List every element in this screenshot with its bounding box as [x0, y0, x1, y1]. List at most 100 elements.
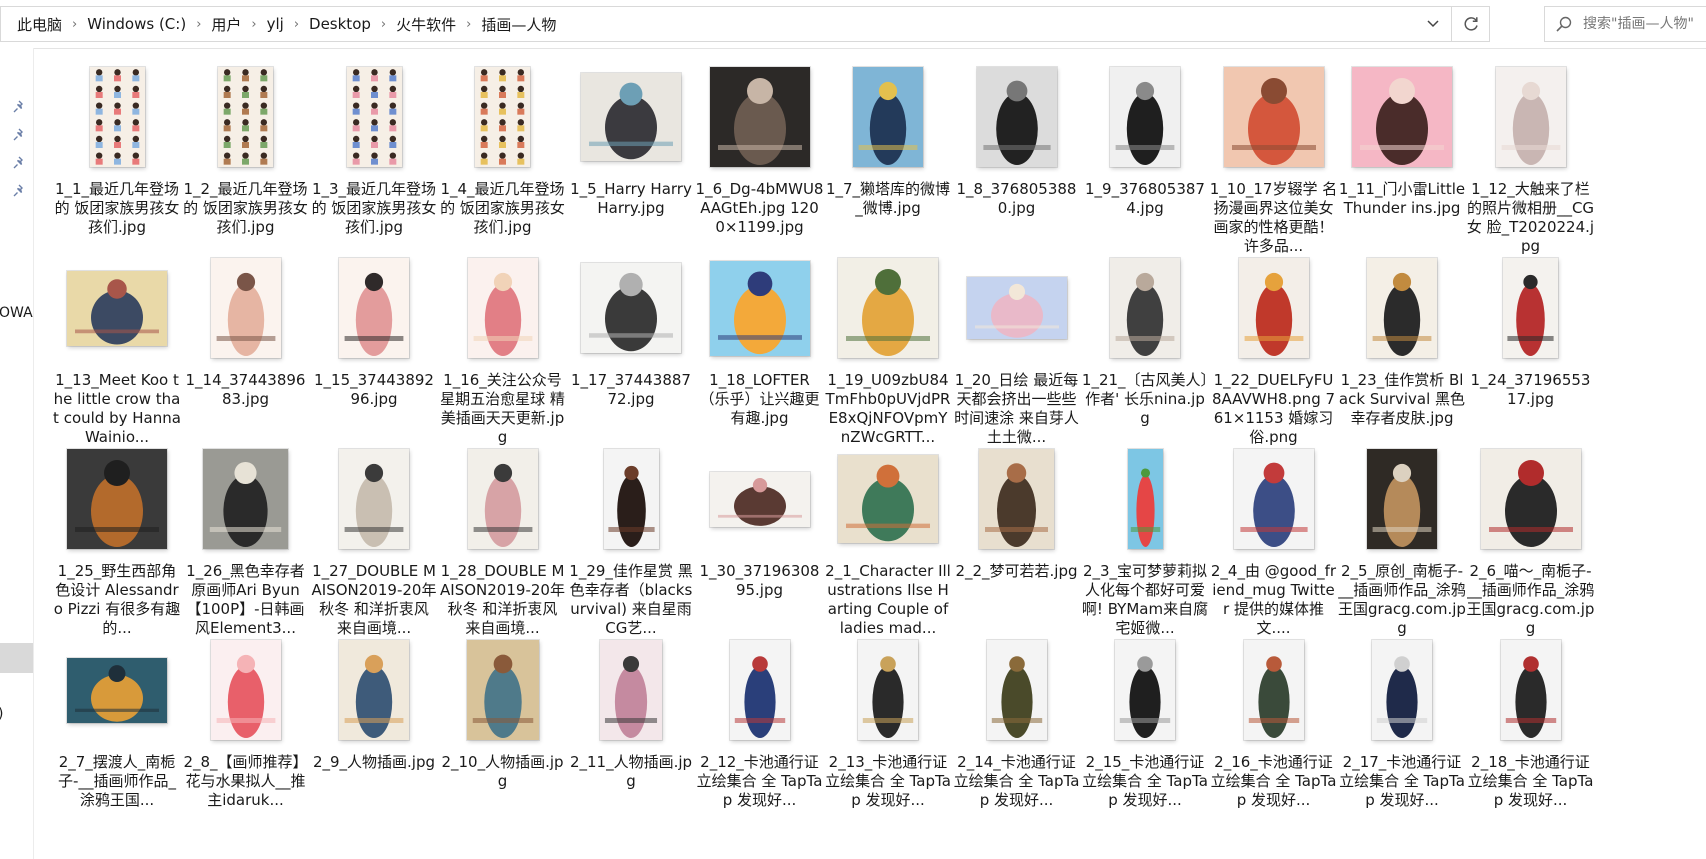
file-item[interactable]: 1_19_U09zbU84TmFhb0pUVjdPRE8xQjNFOVpmYnZ…	[824, 239, 952, 446]
illustration-thumbnail	[1495, 67, 1566, 167]
file-item[interactable]: 1_2_最近几年登场的 饭团家族男孩女孩们.jpg	[182, 48, 310, 248]
crumb-user-folder[interactable]: ylj	[261, 15, 290, 33]
file-item[interactable]: 2_8_【画师推荐】花与水果拟人__推主idaruk...	[182, 621, 310, 821]
file-item[interactable]: 1_14_3744389683.jpg	[182, 239, 310, 439]
crumb-users[interactable]: 用户	[205, 14, 247, 35]
file-name-label: 1_11_门小雷Little Thunder ins.jpg	[1338, 180, 1466, 217]
file-item[interactable]: 1_27_DOUBLE MAISON2019-20年秋冬 和洋折衷风 来自画境.…	[310, 430, 438, 637]
crumb-drive-c[interactable]: Windows (C:)	[81, 15, 192, 33]
file-item[interactable]: 1_17_3744388772.jpg	[567, 239, 695, 439]
nav-item-label-fragment[interactable]: )	[0, 706, 3, 722]
file-item[interactable]: 1_6_Dg-4bMWU8AAGtEh.jpg 1200×1199.jpg	[696, 48, 824, 248]
crumb-desktop[interactable]: Desktop	[303, 15, 377, 33]
file-item[interactable]: 1_7_獭塔库的微博_微博.jpg	[824, 48, 952, 248]
file-item[interactable]: 1_3_最近几年登场的 饭团家族男孩女孩们.jpg	[310, 48, 438, 248]
file-item[interactable]: 2_13_卡池通行证立绘集合 全 TapTap 发现好...	[824, 621, 952, 821]
chevron-right-icon[interactable]: ›	[192, 17, 205, 32]
file-name-label: 1_24_3719655317.jpg	[1470, 371, 1591, 408]
file-item[interactable]: 2_12_卡池通行证立绘集合 全 TapTap 发现好...	[696, 621, 824, 821]
chevron-right-icon[interactable]: ›	[290, 17, 303, 32]
file-name-label: 2_13_卡池通行证立绘集合 全 TapTap 发现好...	[825, 753, 951, 809]
file-item[interactable]: 2_1_Character Illustrations Ilse Harting…	[824, 430, 952, 637]
file-item[interactable]: 1_15_3744389296.jpg	[310, 239, 438, 439]
illustration-thumbnail	[1367, 449, 1437, 549]
thumbnail-frame	[1217, 442, 1331, 556]
file-item[interactable]: 2_18_卡池通行证立绘集合 全 TapTap 发现好...	[1467, 621, 1595, 821]
illustration-thumbnail	[210, 640, 281, 740]
refresh-button[interactable]	[1451, 7, 1489, 41]
file-item[interactable]: 1_9_3768053874.jpg	[1081, 48, 1209, 248]
file-item[interactable]: 1_25_野生西部角色设计 Alessandro Pizzi 有很多有趣的...	[53, 430, 181, 637]
address-history-dropdown-button[interactable]	[1415, 7, 1451, 41]
crumb-current-folder[interactable]: 插画—人物	[475, 14, 562, 35]
illustration-thumbnail	[210, 258, 281, 358]
pin-icon[interactable]	[12, 184, 26, 198]
illustration-thumbnail	[979, 449, 1054, 549]
file-item[interactable]: 1_30_3719630895.jpg	[696, 430, 824, 630]
file-item[interactable]: 1_20_日绘 最近每天都会挤出一些些时间速涂 来自芽人土土微...	[953, 239, 1081, 446]
illustration-thumbnail	[466, 640, 539, 740]
crumb-huoniu-software[interactable]: 火牛软件	[390, 14, 462, 35]
thumbnail-frame	[189, 60, 303, 174]
pin-icon[interactable]	[12, 128, 26, 142]
file-item[interactable]: 1_5_Harry Harry Harry.jpg	[567, 48, 695, 248]
file-item[interactable]: 1_1_最近几年登场的 饭团家族男孩女孩们.jpg	[53, 48, 181, 248]
file-item[interactable]: 2_2_梦可若若.jpg	[953, 430, 1081, 630]
thumbnail-frame	[317, 442, 431, 556]
file-item[interactable]: 1_8_3768053880.jpg	[953, 48, 1081, 248]
file-item[interactable]: 1_26_黑色幸存者 原画师Ari Byun 【100P】-日韩画风Elemen…	[182, 430, 310, 637]
file-item[interactable]: 1_29_佳作星赏 黑色幸存者（blacksurvival) 来自星雨CG艺..…	[567, 430, 695, 637]
file-item[interactable]: 2_5_原创_南栀子-__插画师作品_涂鸦王国gracg.com.jpg	[1338, 430, 1466, 637]
thumbnail-frame	[1217, 251, 1331, 365]
file-item[interactable]: 1_12_大触来了栏的照片微相册__CG 女 脸_T2020224.jpg	[1467, 48, 1595, 255]
file-item[interactable]: 1_28_DOUBLE MAISON2019-20年秋冬 和洋折衷风 来自画境.…	[439, 430, 567, 637]
crumb-this-pc[interactable]: 此电脑	[1, 14, 68, 35]
file-item[interactable]: 1_21_〔古风美人〕作者' 长乐nina.jpg	[1081, 239, 1209, 439]
file-name-label: 2_14_卡池通行证立绘集合 全 TapTap 发现好...	[953, 753, 1080, 809]
chevron-right-icon[interactable]: ›	[247, 17, 260, 32]
nav-item-label-fragment[interactable]: OWA	[0, 305, 33, 321]
illustration-thumbnail	[709, 471, 810, 527]
file-item[interactable]: 2_4_由 @good_friend_mug Twitter 提供的媒体推文..…	[1210, 430, 1338, 637]
refresh-icon	[1463, 17, 1478, 31]
file-item[interactable]: 1_13_Meet Koo the little crow that could…	[53, 239, 181, 446]
file-item[interactable]: 2_3_宝可梦萝莉拟人化每个都好可爱啊! BYMam来自腐宅姬微...	[1081, 430, 1209, 637]
file-item[interactable]: 1_4_最近几年登场的 饭团家族男孩女孩们.jpg	[439, 48, 567, 248]
illustration-thumbnail	[709, 260, 810, 356]
chevron-right-icon[interactable]: ›	[377, 17, 390, 32]
illustration-thumbnail	[1480, 449, 1581, 549]
file-item[interactable]: 1_16_关注公众号 星期五治愈星球 精美插画天天更新.jpg	[439, 239, 567, 446]
thumbnail-frame	[1345, 60, 1459, 174]
file-item[interactable]: 2_10_人物插画.jpg	[439, 621, 567, 821]
thumbnail-frame	[189, 633, 303, 747]
file-item[interactable]: 2_17_卡池通行证立绘集合 全 TapTap 发现好...	[1338, 621, 1466, 821]
file-item[interactable]: 1_11_门小雷Little Thunder ins.jpg	[1338, 48, 1466, 248]
file-name-label: 1_2_最近几年登场的 饭团家族男孩女孩们.jpg	[183, 180, 308, 236]
breadcrumb[interactable]: 此电脑 › Windows (C:) › 用户 › ylj › Desktop …	[0, 6, 1490, 42]
file-item[interactable]: 1_18_LOFTER（乐乎）让兴趣更有趣.jpg	[696, 239, 824, 439]
thumbnail-frame	[1217, 633, 1331, 747]
file-item[interactable]: 1_23_佳作赏析 Black Survival 黑色幸存者皮肤.jpg	[1338, 239, 1466, 439]
pin-icon[interactable]	[12, 156, 26, 170]
file-item[interactable]: 2_7_摆渡人_南栀子-__插画师作品_涂鸦王国...	[53, 621, 181, 821]
file-item[interactable]: 2_11_人物插画.jpg	[567, 621, 695, 821]
file-item[interactable]: 2_9_人物插画.jpg	[310, 621, 438, 821]
chevron-right-icon[interactable]: ›	[68, 17, 81, 32]
illustration-thumbnail	[1238, 258, 1309, 358]
file-item[interactable]: 2_6_喵～_南栀子-__插画师作品_涂鸦王国gracg.com.jpg	[1467, 430, 1595, 637]
file-item[interactable]: 2_16_卡池通行证立绘集合 全 TapTap 发现好...	[1210, 621, 1338, 821]
file-item[interactable]: 1_10_17岁辍学 名扬漫画界这位美女画家的性格更酷！ 许多品...	[1210, 48, 1338, 255]
illustration-thumbnail	[853, 67, 923, 167]
file-item[interactable]: 2_14_卡池通行证立绘集合 全 TapTap 发现好...	[953, 621, 1081, 821]
search-box[interactable]	[1544, 6, 1706, 42]
search-input[interactable]	[1581, 15, 1706, 33]
file-item[interactable]: 1_22_DUELFyFU8AAVWH8.png 761×1153 婚嫁习俗.p…	[1210, 239, 1338, 446]
pin-icon[interactable]	[12, 100, 26, 114]
illustration-thumbnail	[986, 640, 1047, 740]
thumbnail-frame	[831, 633, 945, 747]
chevron-right-icon[interactable]: ›	[462, 17, 475, 32]
file-item[interactable]: 2_15_卡池通行证立绘集合 全 TapTap 发现好...	[1081, 621, 1209, 821]
file-name-label: 2_8_【画师推荐】花与水果拟人__推主idaruk...	[183, 753, 308, 809]
file-item[interactable]: 1_24_3719655317.jpg	[1467, 239, 1595, 439]
nav-selected-item[interactable]	[0, 643, 33, 673]
